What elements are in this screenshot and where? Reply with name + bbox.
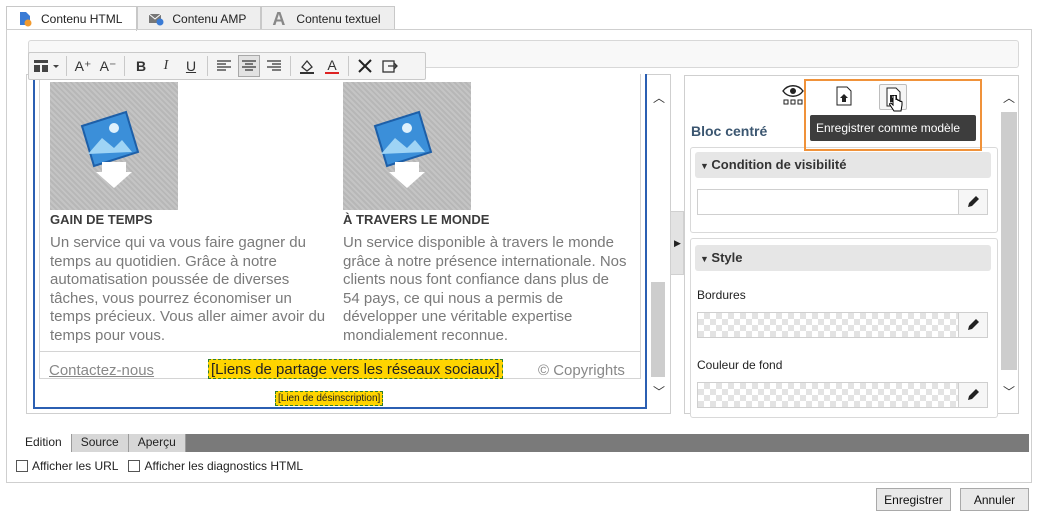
preview-eye-icon[interactable] <box>782 84 804 109</box>
image-placeholder-icon <box>80 110 140 188</box>
tab-amp-content[interactable]: Contenu AMP <box>137 6 262 30</box>
toolbar-divider <box>124 56 125 76</box>
underline-icon[interactable]: U <box>180 55 202 77</box>
content-tabs: Contenu HTML Contenu AMP A Contenu textu… <box>6 6 396 31</box>
scroll-down-icon[interactable]: ﹀ <box>1003 386 1015 398</box>
unsubscribe-link-block[interactable]: [Lien de désinscription] <box>275 391 384 406</box>
remove-icon[interactable] <box>354 55 376 77</box>
edit-background-button[interactable] <box>958 382 988 408</box>
scroll-down-icon[interactable]: ﹀ <box>653 386 665 398</box>
save-button[interactable]: Enregistrer <box>876 488 951 511</box>
feature-column-time[interactable]: GAIN DE TEMPS Un service qui va vous fai… <box>50 82 335 345</box>
toolbar-divider <box>348 56 349 76</box>
edit-visibility-button[interactable] <box>958 189 988 215</box>
show-diagnostics-option[interactable]: Afficher les diagnostics HTML <box>128 459 303 473</box>
email-canvas[interactable]: GAIN DE TEMPS Un service qui va vous fai… <box>33 74 647 409</box>
chevron-right-icon: ▶ <box>674 238 681 248</box>
tab-label: Contenu HTML <box>41 12 123 26</box>
image-placeholder-icon <box>373 110 433 188</box>
html-content-editor-window: Contenu HTML Contenu AMP A Contenu textu… <box>0 0 1038 515</box>
panel-scrollbar-thumb[interactable] <box>1001 112 1017 370</box>
feature-title: GAIN DE TEMPS <box>50 212 153 227</box>
toggle-panel-button[interactable]: ▶ <box>670 211 684 275</box>
mode-tab-source[interactable]: Source <box>71 434 129 452</box>
text-color-swatch <box>325 71 339 74</box>
increase-font-icon[interactable]: A⁺ <box>72 55 94 77</box>
copyright-text: © Copyrights <box>538 362 625 379</box>
style-header[interactable]: ▼ Style <box>695 245 991 271</box>
image-placeholder[interactable] <box>50 82 178 210</box>
email-body: GAIN DE TEMPS Un service qui va vous fai… <box>39 74 641 379</box>
export-icon[interactable] <box>379 55 401 77</box>
decrease-font-icon[interactable]: A⁻ <box>97 55 119 77</box>
tab-label: Contenu AMP <box>172 11 247 26</box>
visibility-condition-field[interactable] <box>697 189 960 215</box>
pencil-icon <box>968 319 979 330</box>
toolbar-divider <box>207 56 208 76</box>
pencil-icon <box>968 389 979 400</box>
pencil-icon <box>968 196 979 207</box>
editor-scrollbar-thumb[interactable] <box>651 282 665 377</box>
caret-down-icon: ▼ <box>700 161 712 171</box>
mode-tab-edition[interactable]: Edition <box>16 434 72 452</box>
text-color-letter: A <box>327 56 337 73</box>
text-a-icon: A <box>272 8 286 29</box>
feature-text: Un service qui va vous faire gagner du t… <box>50 234 326 344</box>
align-center-icon[interactable] <box>238 55 260 77</box>
borders-label: Bordures <box>697 288 746 302</box>
visibility-header[interactable]: ▼ Condition de visibilité <box>695 152 991 178</box>
scroll-up-icon[interactable]: ︿ <box>653 92 665 104</box>
caret-down-icon: ▼ <box>700 254 712 264</box>
html-content-icon <box>17 11 33 27</box>
align-right-icon[interactable] <box>263 55 285 77</box>
text-color-icon[interactable]: A <box>321 55 343 77</box>
bold-icon[interactable]: B <box>130 55 152 77</box>
borders-field[interactable] <box>697 312 960 338</box>
feature-title: À TRAVERS LE MONDE <box>343 212 490 227</box>
show-diagnostics-label: Afficher les diagnostics HTML <box>144 459 303 473</box>
rich-text-toolbar: A⁺ A⁻ B I U A <box>28 52 426 80</box>
amp-envelope-icon <box>148 11 164 27</box>
display-options: Afficher les URL Afficher les diagnostic… <box>16 459 303 473</box>
show-urls-option[interactable]: Afficher les URL <box>16 459 118 473</box>
tab-html-content[interactable]: Contenu HTML <box>6 6 138 31</box>
image-placeholder[interactable] <box>343 82 471 210</box>
fill-color-icon[interactable] <box>296 55 318 77</box>
section-label: Style <box>711 250 743 265</box>
mode-tab-preview[interactable]: Aperçu <box>128 434 186 452</box>
tab-label: Contenu textuel <box>296 11 381 26</box>
show-urls-label: Afficher les URL <box>32 459 119 473</box>
feature-text: Un service disponible à travers le monde… <box>343 234 627 344</box>
toolbar-divider <box>66 56 67 76</box>
feature-column-world[interactable]: À TRAVERS LE MONDE Un service disponible… <box>343 82 628 345</box>
contact-link[interactable]: Contactez-nous <box>49 362 154 379</box>
scroll-up-icon[interactable]: ︿ <box>1003 92 1015 104</box>
cancel-button[interactable]: Annuler <box>960 488 1029 511</box>
panel-title: Bloc centré <box>691 123 768 139</box>
editor-mode-bar: Edition Source Aperçu <box>16 434 1029 452</box>
show-urls-checkbox[interactable] <box>16 460 28 472</box>
align-left-icon[interactable] <box>213 55 235 77</box>
social-links-block[interactable]: [Liens de partage vers les réseaux socia… <box>208 359 503 379</box>
background-color-field[interactable] <box>697 382 960 408</box>
insert-block-icon[interactable] <box>33 55 61 77</box>
italic-icon[interactable]: I <box>155 55 177 77</box>
section-label: Condition de visibilité <box>711 157 847 172</box>
edit-borders-button[interactable] <box>958 312 988 338</box>
show-diagnostics-checkbox[interactable] <box>128 460 141 472</box>
background-color-label: Couleur de fond <box>697 358 783 372</box>
save-template-tooltip: Enregistrer comme modèle <box>810 115 976 141</box>
tab-text-content[interactable]: A Contenu textuel <box>261 6 396 30</box>
email-footer: Contactez-nous [Liens de partage vers le… <box>39 351 641 383</box>
toolbar-divider <box>290 56 291 76</box>
